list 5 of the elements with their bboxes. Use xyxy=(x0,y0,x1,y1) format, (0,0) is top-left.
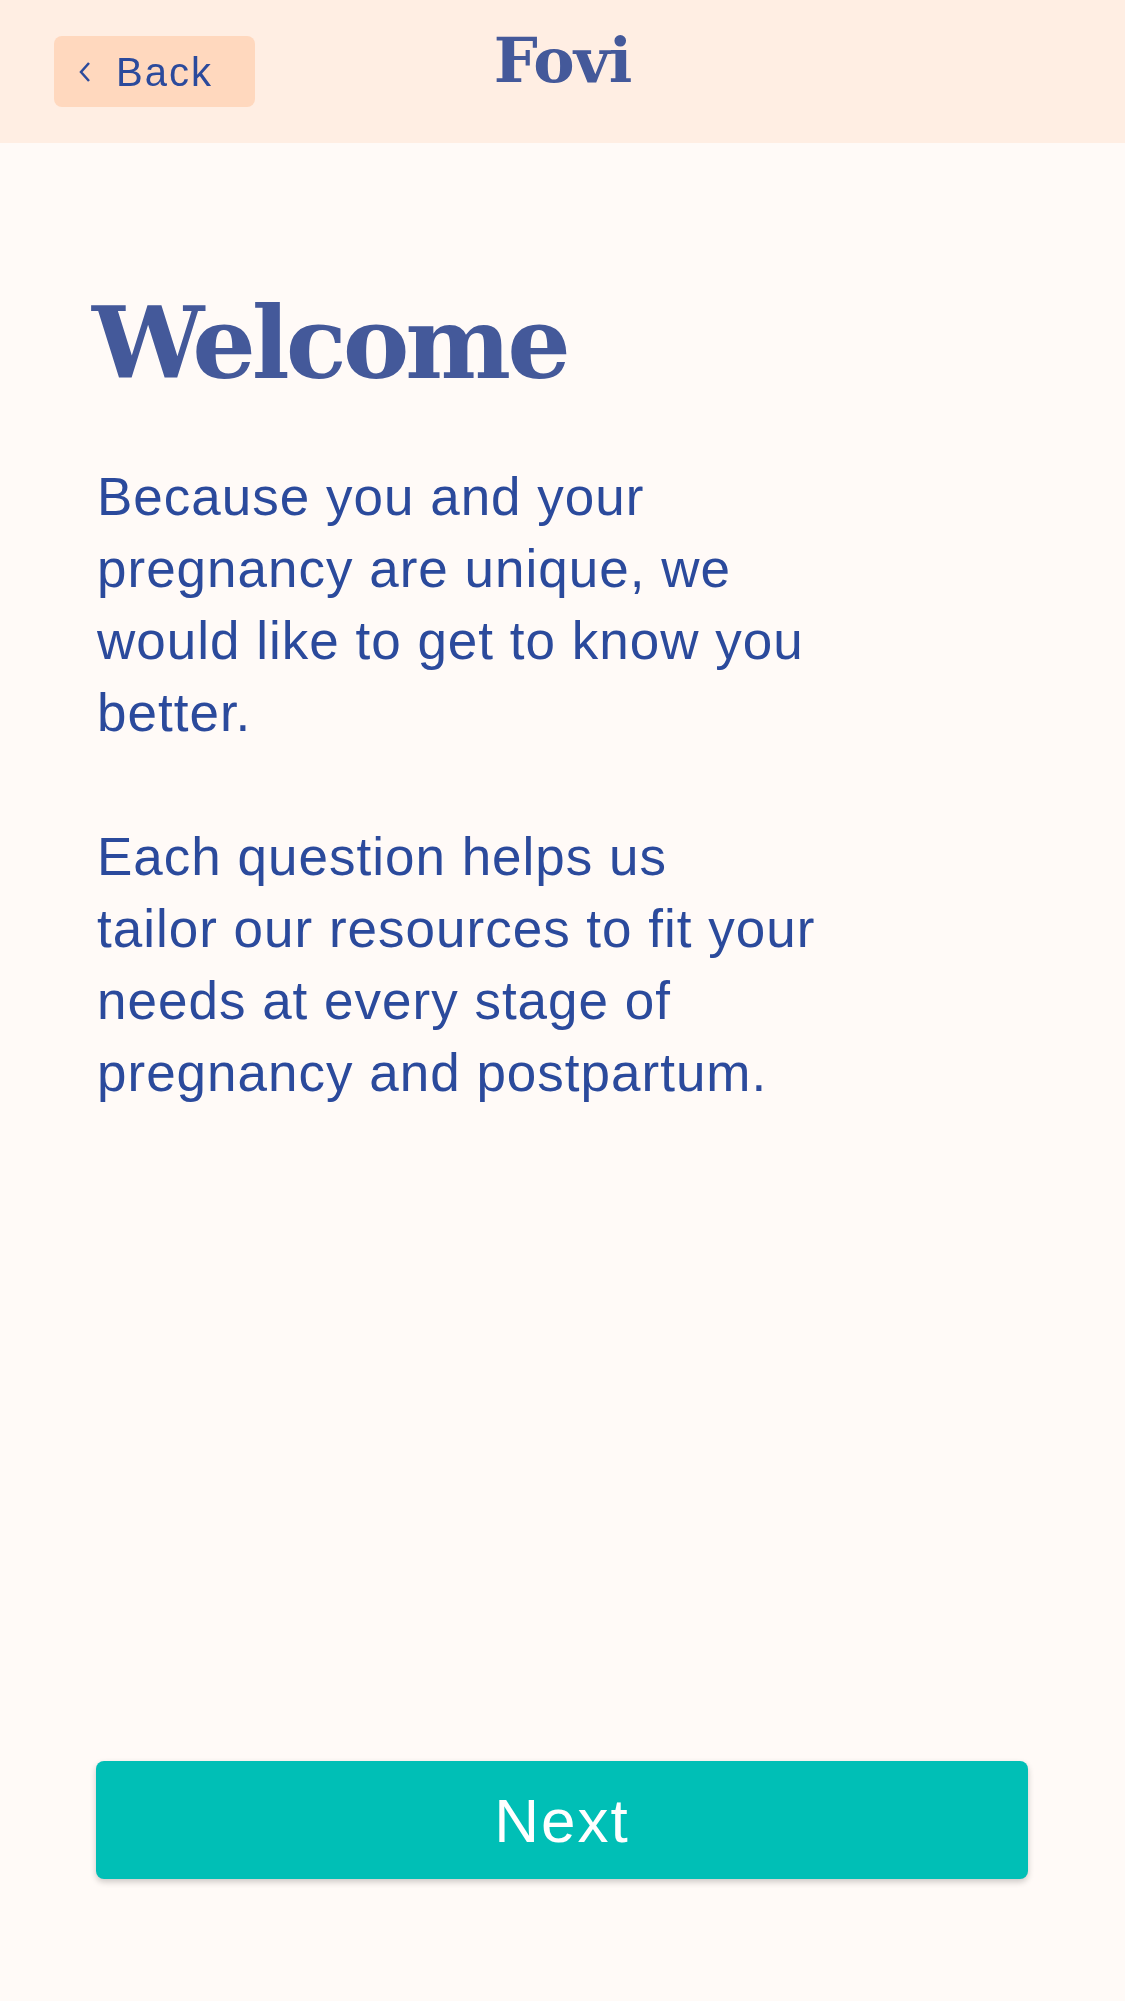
back-button[interactable]: Back xyxy=(54,36,255,107)
intro-paragraph: Because you and your pregnancy are unique, we would like to get to know you better. xyxy=(97,466,804,744)
logo: Fovi xyxy=(493,30,632,92)
page-title: Welcome xyxy=(92,283,567,403)
intro-paragraph: Each question helps us tailor our resources to fit your needs at every stage of pregnancy and postpartum. xyxy=(97,826,816,1104)
